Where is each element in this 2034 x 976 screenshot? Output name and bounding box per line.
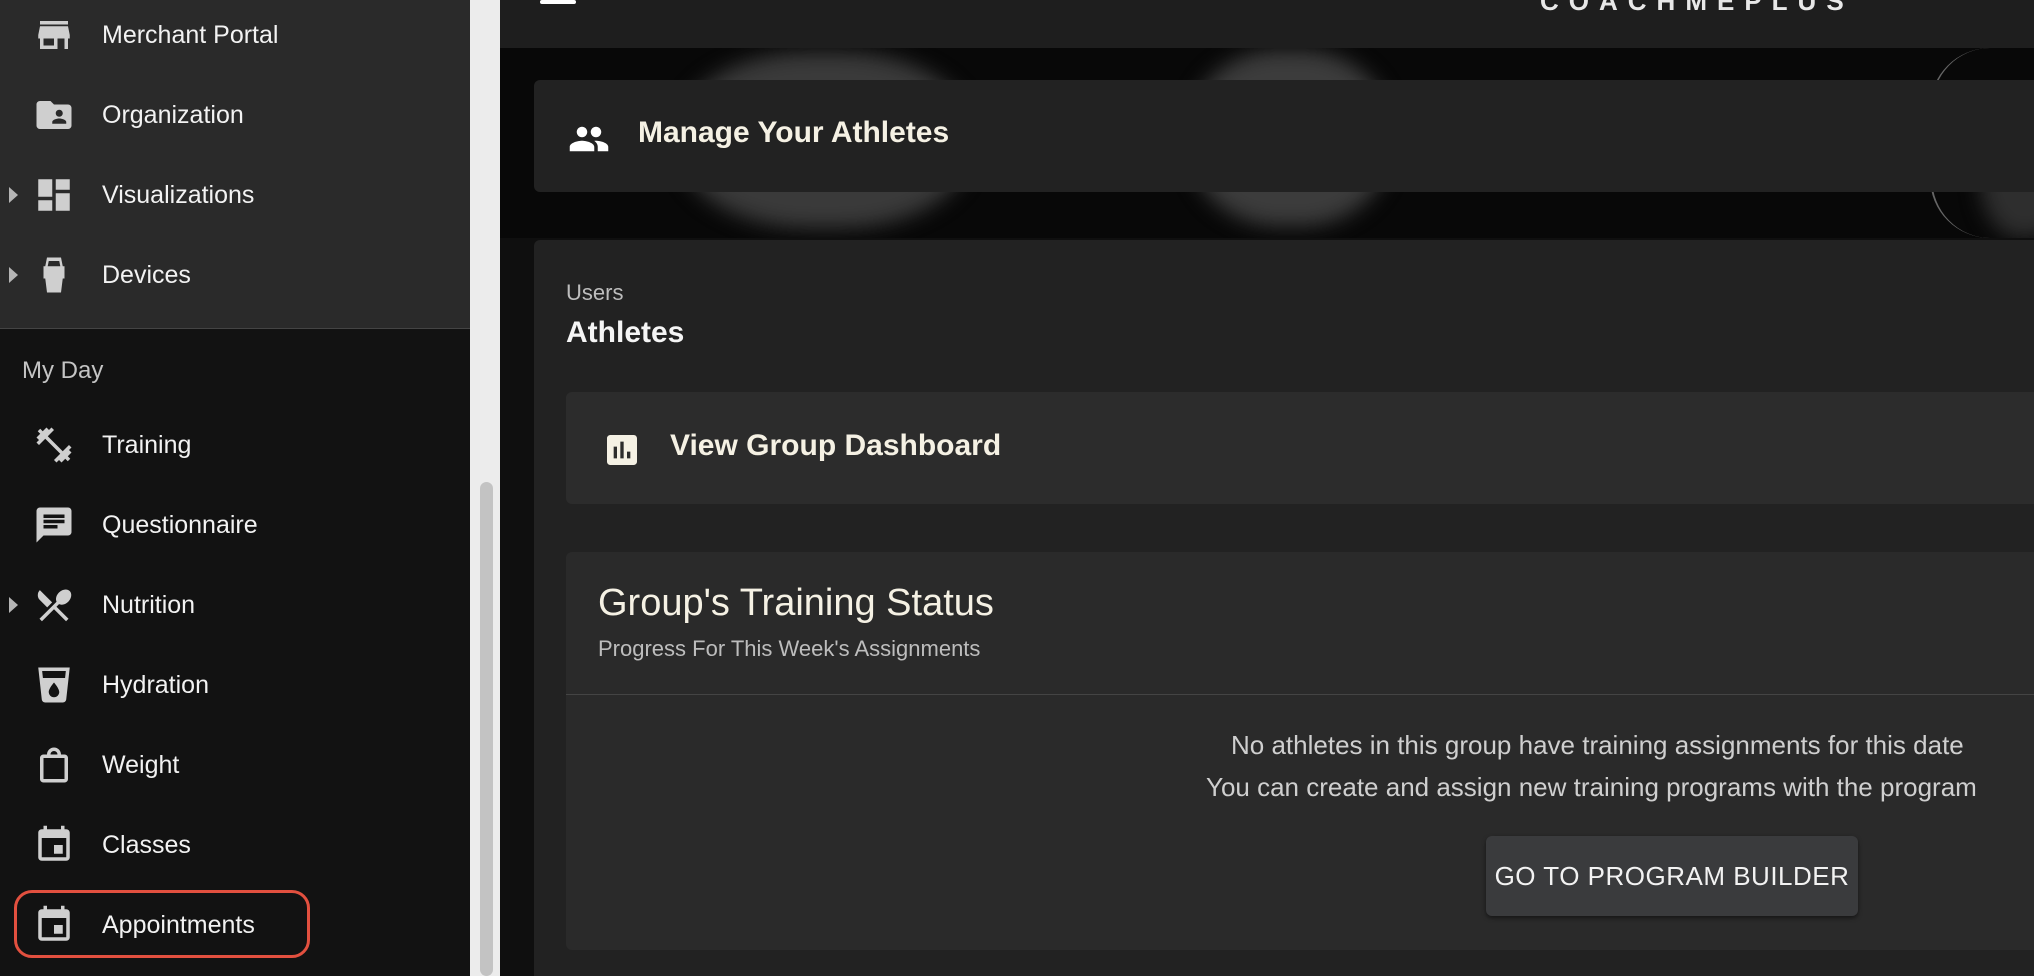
training-status-title: Group's Training Status <box>598 582 994 624</box>
sidebar-item-merchant-portal[interactable]: Merchant Portal <box>0 0 470 70</box>
manage-athletes-card[interactable]: Manage Your Athletes <box>534 80 2034 192</box>
calendar-icon <box>30 821 78 869</box>
sidebar-item-visualizations[interactable]: Visualizations <box>0 160 470 230</box>
athletes-panel: Users Athletes View Group Dashboard Grou… <box>534 240 2034 976</box>
go-to-program-builder-button[interactable]: GO TO PROGRAM BUILDER <box>1486 836 1858 916</box>
appointments-highlight-ring <box>14 890 310 958</box>
expand-caret-icon[interactable] <box>9 267 18 283</box>
sidebar-item-classes[interactable]: Classes <box>0 810 470 880</box>
view-group-dashboard-button[interactable]: View Group Dashboard <box>566 392 2034 504</box>
sidebar-item-label: Visualizations <box>102 180 255 209</box>
sidebar-item-label: Training <box>102 430 192 459</box>
hamburger-icon[interactable] <box>540 0 576 10</box>
sidebar-item-label: Nutrition <box>102 590 196 619</box>
training-status-card: Group's Training Status Progress For Thi… <box>566 552 2034 950</box>
view-group-dashboard-label: View Group Dashboard <box>670 429 1002 462</box>
sidebar-scrollbar[interactable] <box>470 0 500 976</box>
top-app-bar: COACHMEPLUS <box>500 0 2034 49</box>
manage-athletes-title: Manage Your Athletes <box>638 116 950 149</box>
scale-icon <box>30 741 78 789</box>
admin-nav-group: Merchant Portal Organization Visualizati… <box>0 0 470 329</box>
sidebar-item-label: Merchant Portal <box>102 20 279 49</box>
section-title-my-day: My Day <box>22 357 104 384</box>
folder-shared-icon <box>30 91 78 139</box>
sidebar-item-organization[interactable]: Organization <box>0 80 470 150</box>
watch-band-icon <box>30 251 78 299</box>
sidebar-item-label: Classes <box>102 830 191 859</box>
empty-state-hint: You can create and assign new training p… <box>1206 772 1977 802</box>
storefront-icon <box>30 11 78 59</box>
page-title: Athletes <box>566 316 685 349</box>
sidebar-item-training[interactable]: Training <box>0 410 470 480</box>
sidebar-item-devices[interactable]: Devices <box>0 240 470 310</box>
sidebar-item-questionnaire[interactable]: Questionnaire <box>0 490 470 560</box>
app-logo[interactable]: COACHMEPLUS <box>1540 0 1854 17</box>
dashboard-icon <box>30 171 78 219</box>
main-content: COACHMEPLUS Manage Your Athletes Users A… <box>500 0 2034 976</box>
expand-caret-icon[interactable] <box>9 597 18 613</box>
water-cup-icon <box>30 661 78 709</box>
expand-caret-icon[interactable] <box>9 187 18 203</box>
sidebar-item-label: Hydration <box>102 670 209 699</box>
sidebar-item-nutrition[interactable]: Nutrition <box>0 570 470 640</box>
sidebar-item-weight[interactable]: Weight <box>0 730 470 800</box>
sidebar-item-label: Organization <box>102 100 244 129</box>
empty-state-message: No athletes in this group have training … <box>1231 730 1964 760</box>
breadcrumb[interactable]: Users <box>566 280 623 306</box>
divider <box>566 694 2034 695</box>
sidebar: Merchant Portal Organization Visualizati… <box>0 0 470 976</box>
training-status-subtitle: Progress For This Week's Assignments <box>598 636 981 661</box>
fork-spoon-icon <box>30 581 78 629</box>
sidebar-item-label: Weight <box>102 750 180 779</box>
sidebar-item-label: Devices <box>102 260 191 289</box>
dumbbell-icon <box>30 421 78 469</box>
chat-icon <box>30 501 78 549</box>
sidebar-item-hydration[interactable]: Hydration <box>0 650 470 720</box>
scrollbar-thumb[interactable] <box>480 482 493 976</box>
sidebar-item-label: Questionnaire <box>102 510 258 539</box>
